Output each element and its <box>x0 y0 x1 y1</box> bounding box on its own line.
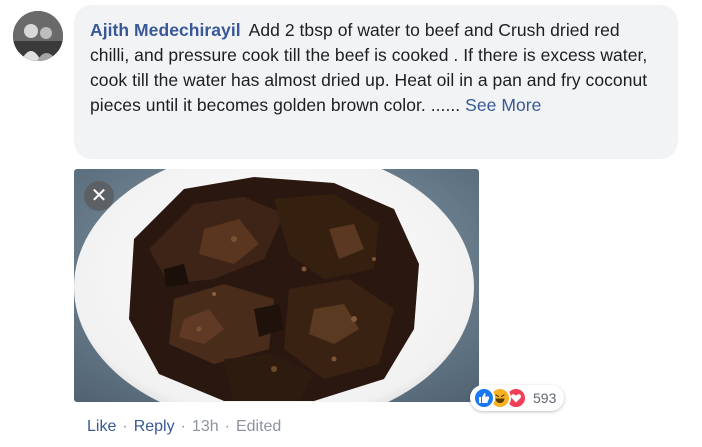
comment-actions: Like · Reply · 13h · Edited <box>87 418 281 436</box>
comment-author-link[interactable]: Ajith Medechirayil <box>90 20 241 40</box>
comment-body: Ajith Medechirayil Add 2 tbsp of water t… <box>90 18 662 118</box>
reaction-count: 593 <box>533 390 557 406</box>
timestamp[interactable]: 13h <box>192 418 219 436</box>
avatar[interactable] <box>13 11 63 61</box>
reply-link[interactable]: Reply <box>134 418 175 436</box>
avatar-image <box>13 11 63 61</box>
beef-fry-image <box>74 169 479 402</box>
close-icon: ✕ <box>90 185 108 207</box>
separator: · <box>180 418 186 435</box>
like-link[interactable]: Like <box>87 418 116 436</box>
remove-photo-button[interactable]: ✕ <box>84 181 114 211</box>
comment-bubble: Ajith Medechirayil Add 2 tbsp of water t… <box>74 5 678 159</box>
see-more-link[interactable]: See More <box>465 95 541 115</box>
separator: · <box>224 418 230 435</box>
like-icon <box>473 387 495 409</box>
reactions-summary[interactable]: 593 <box>470 385 565 411</box>
edited-label[interactable]: Edited <box>236 418 281 436</box>
comment-photo[interactable]: ✕ <box>74 169 479 402</box>
comment-ellipsis: ...... <box>430 95 461 115</box>
separator: · <box>122 418 128 435</box>
